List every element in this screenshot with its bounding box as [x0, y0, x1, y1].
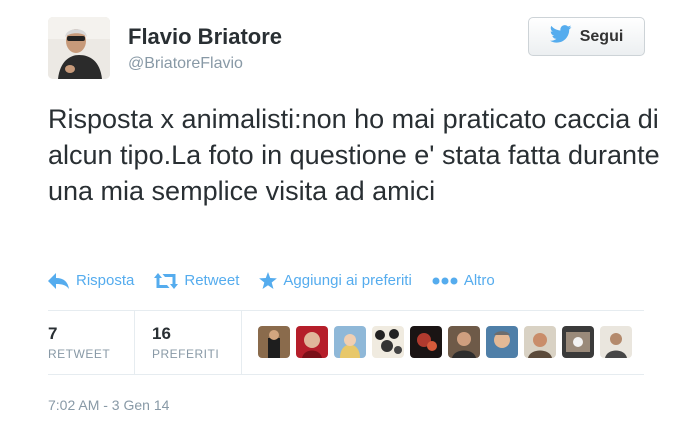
retweet-count: 7 [48, 324, 58, 343]
favoriter-avatar[interactable] [562, 326, 594, 358]
favoriter-avatar[interactable] [296, 326, 328, 358]
star-icon [259, 272, 278, 289]
tweet-text: Risposta x animalisti:non ho mai pratica… [48, 104, 660, 206]
reply-button[interactable]: Risposta [48, 272, 134, 289]
reply-icon [48, 272, 70, 289]
follow-button-label: Segui [579, 27, 624, 45]
stats-separator [241, 311, 242, 374]
retweet-stat-label: RETWEET [48, 347, 111, 361]
retweet-button[interactable]: Retweet [154, 272, 239, 289]
stats-separator [134, 311, 135, 374]
favoriter-avatar[interactable] [448, 326, 480, 358]
favoriters-avatars [258, 326, 632, 358]
twitter-bird-icon [549, 25, 572, 48]
favorites-count: 16 [152, 324, 171, 343]
favoriter-avatar[interactable] [334, 326, 366, 358]
divider-top [48, 310, 644, 311]
favoriter-avatar[interactable] [600, 326, 632, 358]
favorites-stat-label: PREFERITI [152, 347, 220, 361]
user-name[interactable]: Flavio Briatore [128, 24, 282, 50]
favorite-label: Aggiungi ai preferiti [283, 272, 412, 289]
tweet-timestamp[interactable]: 7:02 AM - 3 Gen 14 [48, 397, 169, 413]
more-label: Altro [463, 272, 495, 289]
user-handle[interactable]: @BriatoreFlavio [128, 55, 243, 73]
user-avatar[interactable] [48, 17, 110, 79]
retweet-icon [154, 272, 179, 289]
favoriter-avatar[interactable] [410, 326, 442, 358]
favoriter-avatar[interactable] [486, 326, 518, 358]
reply-label: Risposta [76, 272, 135, 289]
follow-button[interactable]: Segui [528, 17, 645, 56]
favoriter-avatar[interactable] [258, 326, 290, 358]
divider-bottom [48, 374, 644, 375]
favoriter-avatar[interactable] [524, 326, 556, 358]
more-button[interactable]: Altro [432, 272, 495, 289]
favoriter-avatar[interactable] [372, 326, 404, 358]
favorite-button[interactable]: Aggiungi ai preferiti [259, 272, 412, 289]
more-dots-icon [432, 276, 458, 286]
tweet-actions: Risposta Retweet Aggiungi ai preferiti A… [48, 272, 515, 289]
retweet-label: Retweet [184, 272, 240, 289]
